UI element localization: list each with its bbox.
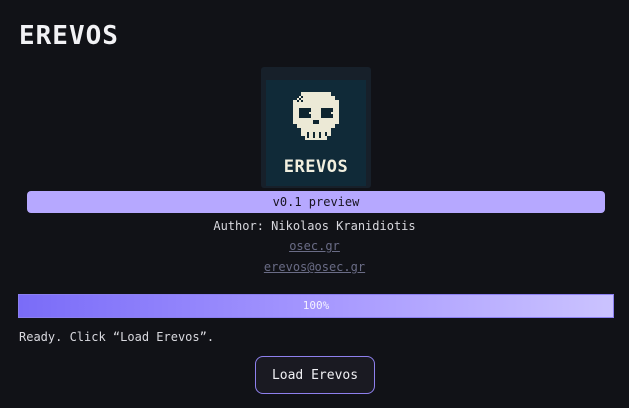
- status-text: Ready. Click “Load Erevos”.: [19, 330, 215, 344]
- progress-bar: 100%: [18, 294, 614, 318]
- email-link-label[interactable]: erevos@osec.gr: [264, 260, 365, 274]
- app-window: EREVOS EREVOS v0.1 preview Author: Nikol…: [0, 0, 629, 408]
- progress-label: 100%: [302, 299, 330, 312]
- version-badge: v0.1 preview: [27, 191, 605, 213]
- site-link-label[interactable]: osec.gr: [289, 239, 340, 253]
- load-erevos-button[interactable]: Load Erevos: [255, 356, 375, 394]
- app-title: EREVOS: [19, 21, 119, 51]
- email-link[interactable]: erevos@osec.gr: [0, 260, 629, 274]
- author-text: Author: Nikolaos Kranidiotis: [213, 219, 416, 233]
- site-link[interactable]: osec.gr: [0, 239, 629, 253]
- logo-text: EREVOS: [283, 157, 349, 177]
- logo-card: EREVOS: [261, 67, 371, 188]
- skull-icon: [293, 92, 339, 140]
- logo-image: EREVOS: [266, 80, 366, 186]
